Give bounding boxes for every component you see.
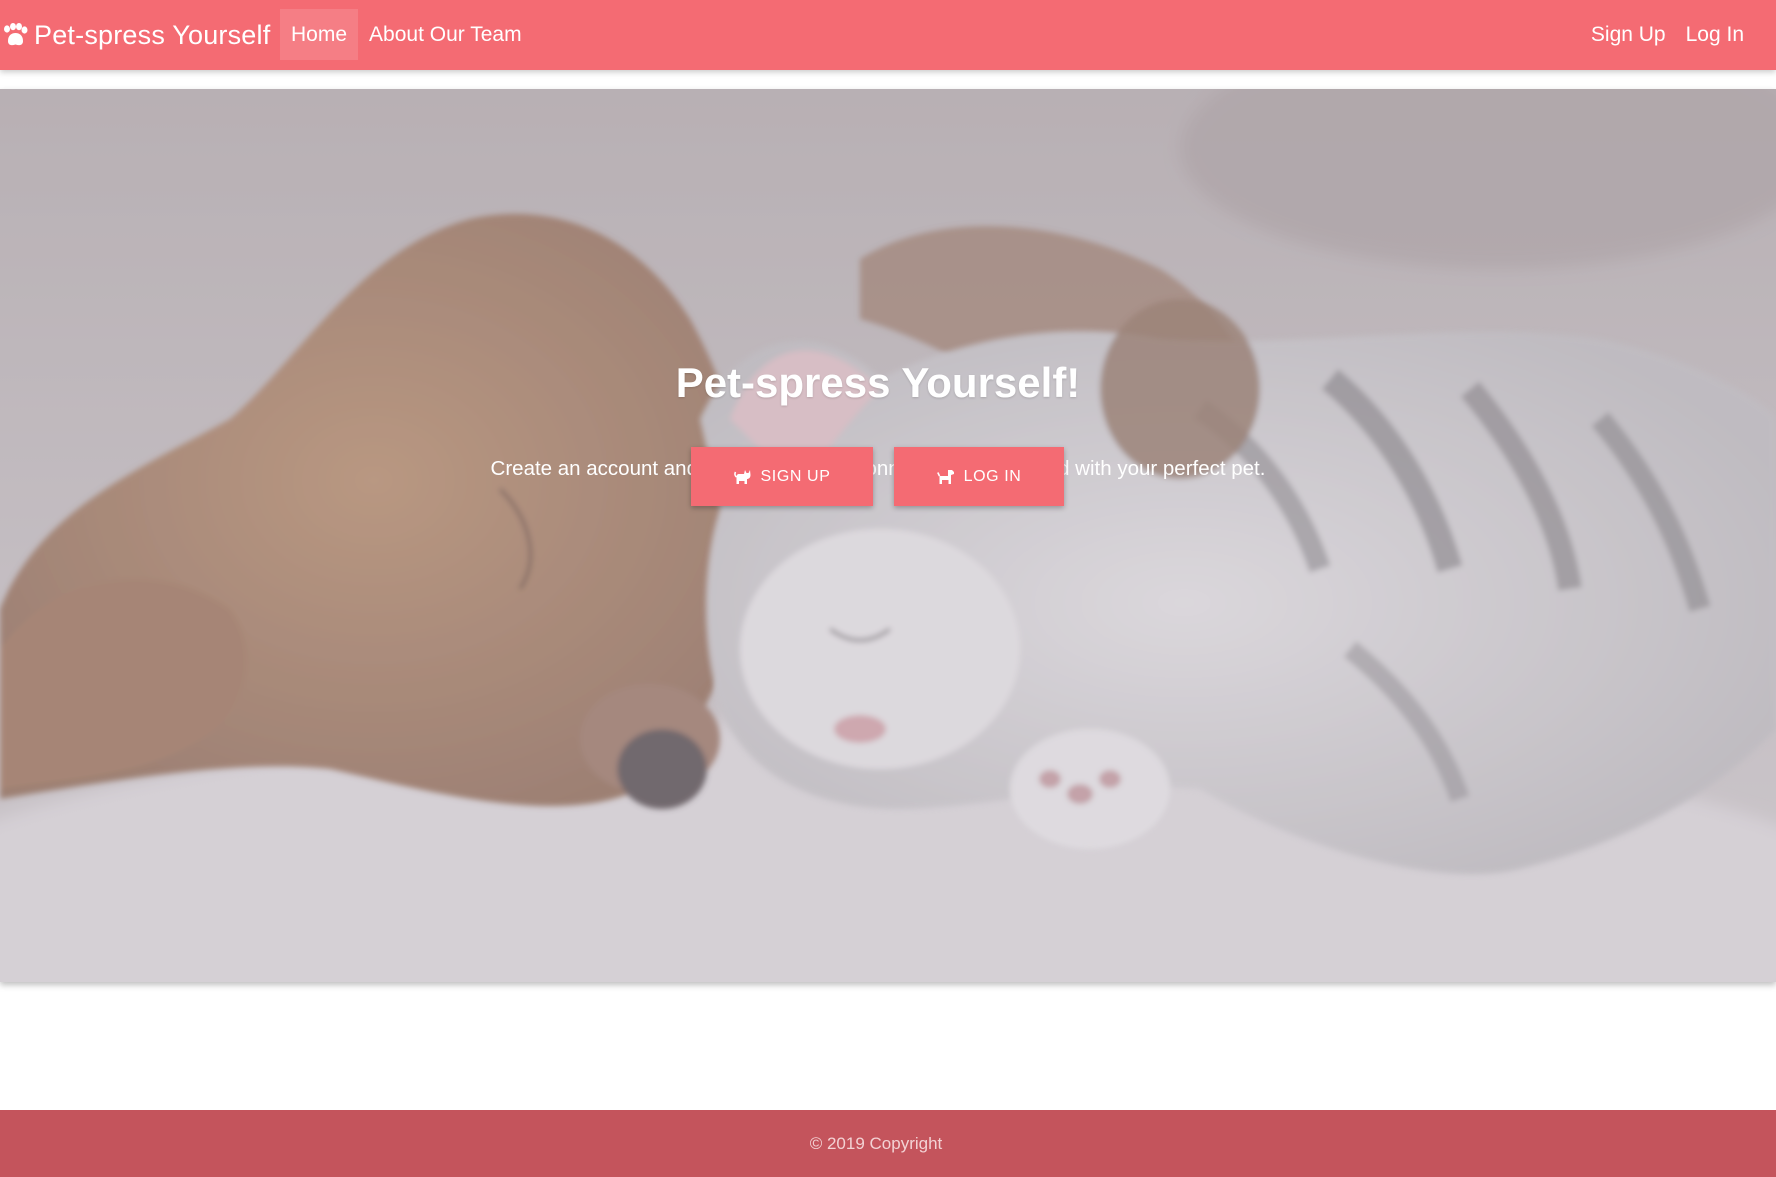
nav-left: Home About Our Team: [280, 9, 533, 60]
hero-buttons: SIGN UP LOG IN: [691, 447, 1064, 506]
brand-link[interactable]: Pet-spress Yourself: [2, 0, 270, 70]
nav-right: Sign Up Log In: [1581, 9, 1754, 60]
paw-icon: [4, 23, 28, 46]
hero-section: Pet-spress Yourself! Create an account a…: [0, 89, 1776, 982]
dog-icon: [936, 469, 954, 484]
nav-about-team-link[interactable]: About Our Team: [358, 9, 533, 60]
cat-icon: [733, 469, 750, 484]
footer-copyright: © 2019 Copyright: [809, 1134, 943, 1153]
nav-sign-up-link[interactable]: Sign Up: [1581, 9, 1676, 60]
hero-log-in-button[interactable]: LOG IN: [894, 447, 1064, 506]
hero-background-image: [0, 89, 1776, 982]
sign-up-label: SIGN UP: [760, 467, 831, 485]
footer: © 2019 Copyright: [0, 1110, 1776, 1177]
nav-log-in-link[interactable]: Log In: [1676, 9, 1754, 60]
navbar: Pet-spress Yourself Home About Our Team …: [0, 0, 1776, 70]
nav-home-link[interactable]: Home: [280, 9, 359, 60]
hero-sign-up-button[interactable]: SIGN UP: [691, 447, 873, 506]
hero-title: Pet-spress Yourself!: [675, 359, 1081, 406]
log-in-label: LOG IN: [963, 467, 1022, 485]
brand-name: Pet-spress Yourself: [34, 19, 271, 50]
